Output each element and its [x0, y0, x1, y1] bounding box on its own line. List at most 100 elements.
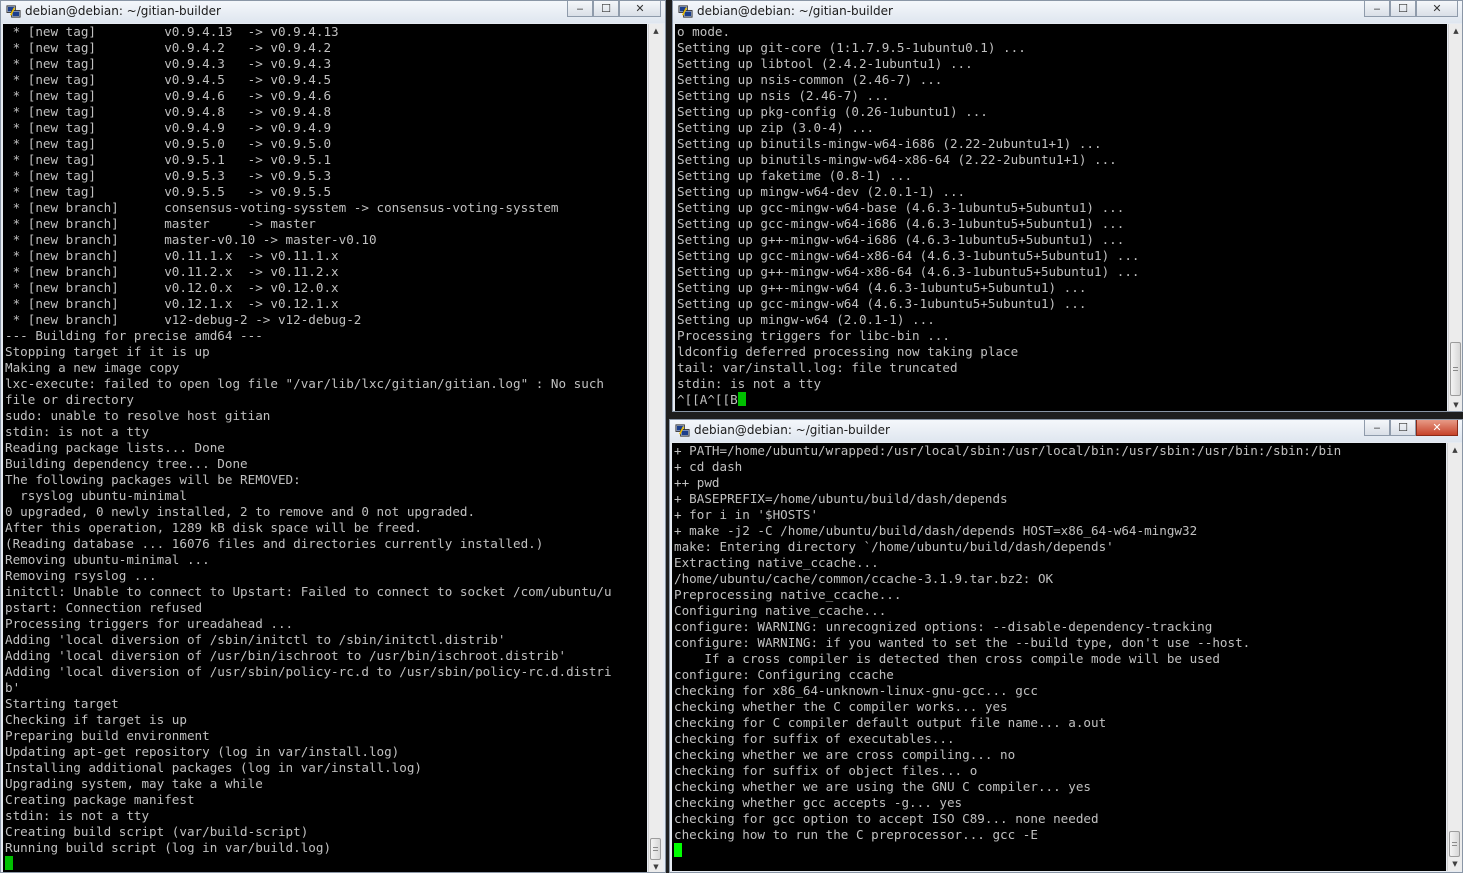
minimize-button[interactable]: ‒: [1364, 1, 1390, 17]
terminal-line: checking for suffix of executables...: [674, 731, 955, 746]
terminal-line: * [new tag] v0.9.4.9 -> v0.9.4.9: [5, 120, 332, 135]
maximize-icon: ☐: [1398, 2, 1408, 15]
terminal-line: * [new branch] v0.12.1.x -> v0.12.1.x: [5, 296, 339, 311]
terminal-line: Creating build script (var/build-script): [5, 824, 309, 839]
terminal-line: b': [5, 680, 21, 695]
putty-icon: [678, 5, 693, 18]
terminal-line: * [new branch] v12-debug-2 -> v12-debug-…: [5, 312, 362, 327]
terminal-line: checking for x86_64-unknown-linux-gnu-gc…: [674, 683, 1038, 698]
terminal-line: Adding 'local diversion of /usr/sbin/pol…: [5, 664, 612, 679]
terminal-line: Setting up gcc-mingw-w64-i686 (4.6.3-1ub…: [677, 216, 1125, 231]
maximize-button[interactable]: ☐: [593, 1, 619, 17]
terminal-line: make: Entering directory `/home/ubuntu/b…: [674, 539, 1114, 554]
terminal-line: --- Building for precise amd64 ---: [5, 328, 263, 343]
terminal-line: * [new tag] v0.9.4.2 -> v0.9.4.2: [5, 40, 332, 55]
terminal-line: [5, 856, 647, 872]
close-button[interactable]: ✕: [619, 1, 661, 17]
minimize-button[interactable]: ‒: [1364, 420, 1390, 436]
text-cursor: [737, 392, 746, 406]
window-title: debian@debian: ~/gitian-builder: [697, 4, 893, 18]
terminal-line: pstart: Connection refused: [5, 600, 203, 615]
terminal-line: + make -j2 -C /home/ubuntu/build/dash/de…: [674, 523, 1198, 538]
terminal-line: Setting up gcc-mingw-w64-x86-64 (4.6.3-1…: [677, 248, 1140, 263]
close-button[interactable]: ✕: [1416, 1, 1458, 17]
close-icon: ✕: [635, 2, 645, 15]
terminal-line: * [new tag] v0.9.5.5 -> v0.9.5.5: [5, 184, 332, 199]
window-title: debian@debian: ~/gitian-builder: [25, 4, 221, 18]
close-icon: ✕: [1432, 2, 1442, 15]
terminal-line: Preparing build environment: [5, 728, 210, 743]
terminal-line: Setting up git-core (1:1.7.9.5-1ubuntu0.…: [677, 40, 1026, 55]
terminal-line: Installing additional packages (log in v…: [5, 760, 423, 775]
terminal-line: [674, 843, 1446, 859]
terminal-line: * [new tag] v0.9.4.13 -> v0.9.4.13: [5, 24, 339, 39]
terminal-line: Removing ubuntu-minimal ...: [5, 552, 210, 567]
scroll-down-arrow-icon[interactable]: ▼: [1448, 857, 1462, 871]
putty-icon: [675, 424, 690, 437]
terminal-line: lxc-execute: failed to open log file "/v…: [5, 376, 604, 391]
terminal-line: Setting up mingw-w64 (2.0.1-1) ...: [677, 312, 935, 327]
terminal-line: Processing triggers for libc-bin ...: [677, 328, 950, 343]
terminal-line: * [new branch] master-v0.10 -> master-v0…: [5, 232, 377, 247]
terminal-line: Stopping target if it is up: [5, 344, 210, 359]
putty-icon: [6, 5, 21, 18]
title-bar[interactable]: debian@debian: ~/gitian-builder ‒ ☐ ✕: [670, 420, 1462, 442]
terminal-line: checking whether the C compiler works...…: [674, 699, 1008, 714]
terminal-line: + BASEPREFIX=/home/ubuntu/build/dash/dep…: [674, 491, 1008, 506]
scroll-up-arrow-icon[interactable]: ▲: [1449, 24, 1462, 38]
scroll-up-arrow-icon[interactable]: ▲: [649, 24, 663, 38]
terminal-line: configure: Configuring ccache: [674, 667, 894, 682]
title-bar[interactable]: debian@debian: ~/gitian-builder ‒ ☐ ✕: [1, 1, 665, 23]
scroll-down-arrow-icon[interactable]: ▼: [649, 860, 663, 872]
text-cursor: [674, 843, 682, 857]
maximize-button[interactable]: ☐: [1390, 420, 1416, 436]
terminal-output[interactable]: + PATH=/home/ubuntu/wrapped:/usr/local/s…: [672, 443, 1446, 871]
scrollbar-thumb[interactable]: [1450, 342, 1461, 396]
terminal-line: checking how to run the C preprocessor..…: [674, 827, 1038, 842]
terminal-line: Setting up binutils-mingw-w64-i686 (2.22…: [677, 136, 1102, 151]
terminal-line: stdin: is not a tty: [677, 376, 822, 391]
scrollbar-thumb[interactable]: [650, 838, 661, 860]
terminal-line: stdin: is not a tty: [5, 424, 150, 439]
terminal-line: Setting up gcc-mingw-w64-base (4.6.3-1ub…: [677, 200, 1125, 215]
scroll-up-arrow-icon[interactable]: ▲: [1448, 443, 1462, 457]
minimize-icon: ‒: [576, 2, 584, 15]
terminal-line: * [new branch] master -> master: [5, 216, 316, 231]
terminal-line: Setting up mingw-w64-dev (2.0.1-1) ...: [677, 184, 966, 199]
terminal-output[interactable]: o mode. Setting up git-core (1:1.7.9.5-1u…: [675, 24, 1447, 411]
terminal-window-left: debian@debian: ~/gitian-builder ‒ ☐ ✕ * …: [0, 0, 666, 873]
scrollbar[interactable]: ▲ ▼: [1447, 443, 1462, 871]
terminal-line: checking whether we are cross compiling.…: [674, 747, 1016, 762]
terminal-line: * [new tag] v0.9.5.0 -> v0.9.5.0: [5, 136, 332, 151]
terminal-line: Setting up faketime (0.8-1) ...: [677, 168, 913, 183]
terminal-line: /home/ubuntu/cache/common/ccache-3.1.9.t…: [674, 571, 1054, 586]
close-button[interactable]: ✕: [1416, 420, 1458, 436]
terminal-line: Configuring native_ccache...: [674, 603, 887, 618]
terminal-line: Processing triggers for ureadahead ...: [5, 616, 294, 631]
maximize-button[interactable]: ☐: [1390, 1, 1416, 17]
terminal-line: Setting up g++-mingw-w64-i686 (4.6.3-1ub…: [677, 232, 1125, 247]
scroll-down-arrow-icon[interactable]: ▼: [1449, 398, 1462, 411]
terminal-line: + PATH=/home/ubuntu/wrapped:/usr/local/s…: [674, 443, 1342, 458]
terminal-line: (Reading database ... 16076 files and di…: [5, 536, 544, 551]
terminal-line: Setting up pkg-config (0.26-1ubuntu1) ..…: [677, 104, 988, 119]
terminal-line: file or directory: [5, 392, 134, 407]
terminal-line: checking for C compiler default output f…: [674, 715, 1107, 730]
terminal-line: The following packages will be REMOVED:: [5, 472, 301, 487]
title-bar[interactable]: debian@debian: ~/gitian-builder ‒ ☐ ✕: [673, 1, 1462, 23]
terminal-line: * [new branch] v0.11.2.x -> v0.11.2.x: [5, 264, 339, 279]
minimize-button[interactable]: ‒: [567, 1, 593, 17]
terminal-line: * [new branch] consensus-voting-sysstem …: [5, 200, 559, 215]
terminal-line: Starting target: [5, 696, 119, 711]
terminal-line: rsyslog ubuntu-minimal: [5, 488, 187, 503]
terminal-line: * [new tag] v0.9.4.6 -> v0.9.4.6: [5, 88, 332, 103]
scrollbar[interactable]: ▲ ▼: [648, 24, 663, 872]
terminal-line: * [new branch] v0.12.0.x -> v0.12.0.x: [5, 280, 339, 295]
terminal-line: Setting up g++-mingw-w64 (4.6.3-1ubuntu5…: [677, 280, 1087, 295]
terminal-output[interactable]: * [new tag] v0.9.4.13 -> v0.9.4.13 * [ne…: [3, 24, 647, 872]
scrollbar[interactable]: ▲ ▼: [1448, 24, 1462, 411]
terminal-line: sudo: unable to resolve host gitian: [5, 408, 271, 423]
terminal-line: Removing rsyslog ...: [5, 568, 157, 583]
terminal-line: If a cross compiler is detected then cro…: [674, 651, 1220, 666]
scrollbar-thumb[interactable]: [1449, 831, 1460, 857]
